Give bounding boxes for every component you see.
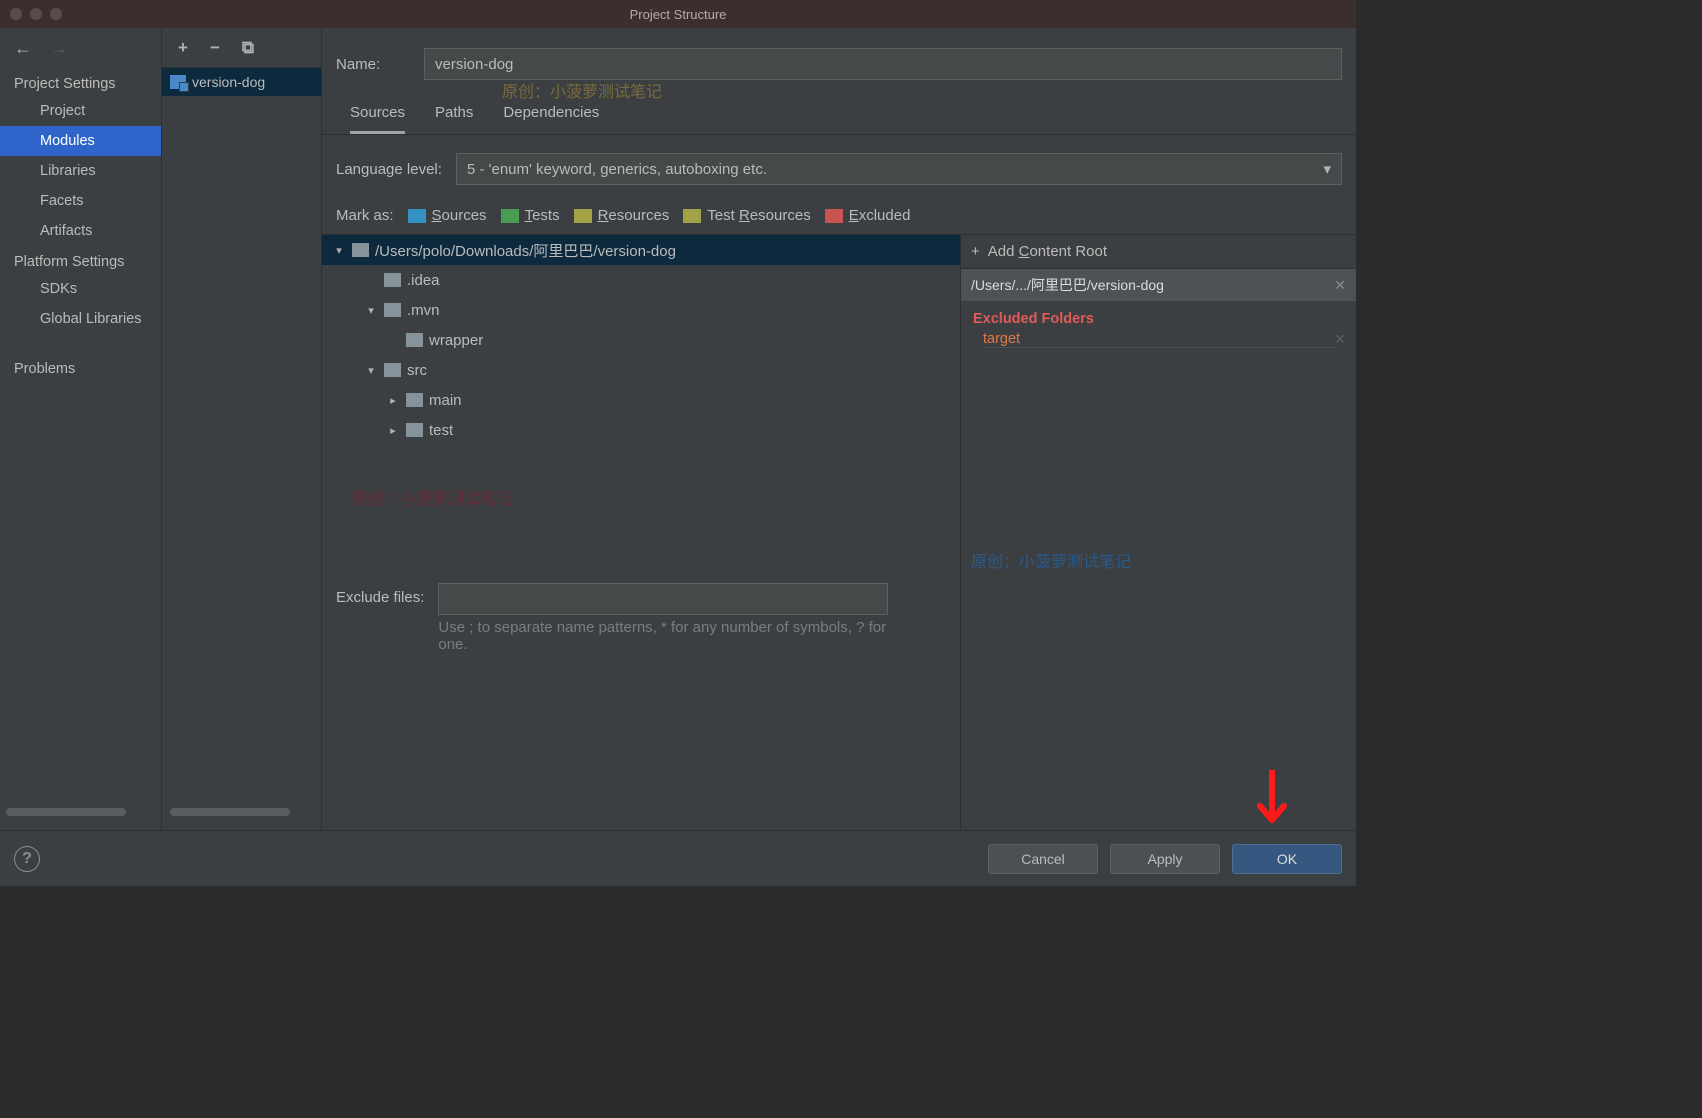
close-icon[interactable]: ✕ (1334, 331, 1346, 348)
module-label: version-dog (192, 74, 265, 90)
sidebar-item-artifacts[interactable]: Artifacts (0, 216, 161, 246)
tree-label: main (429, 392, 462, 409)
tree-row[interactable]: ▾ .mvn (322, 295, 960, 325)
folder-green-icon (501, 209, 519, 223)
expand-icon[interactable]: ▸ (386, 394, 400, 407)
collapse-icon[interactable]: ▾ (364, 304, 378, 317)
folder-icon (406, 333, 423, 347)
copy-module-icon[interactable]: ⧉ (242, 38, 254, 58)
folder-blue-icon (408, 209, 426, 223)
folder-icon (406, 423, 423, 437)
sidebar-item-global-libraries[interactable]: Global Libraries (0, 304, 161, 334)
title-bar: Project Structure (0, 0, 1356, 28)
watermark-text: 原创：小菠萝测试笔记 (322, 445, 960, 509)
tree-row[interactable]: ▾ src (322, 355, 960, 385)
tree-label: .idea (407, 272, 440, 289)
chevron-down-icon: ▾ (1323, 160, 1331, 178)
folder-icon (384, 273, 401, 287)
sidebar-scrollbar[interactable] (6, 808, 126, 816)
add-module-icon[interactable]: + (178, 38, 188, 58)
mark-test-resources[interactable]: Test Resources (683, 207, 810, 224)
maximize-window-icon[interactable] (50, 8, 62, 20)
tab-paths[interactable]: Paths (435, 104, 473, 134)
watermark-text: 原创：小菠萝测试笔记 (502, 78, 662, 102)
ok-button[interactable]: OK (1232, 844, 1342, 874)
folder-resources-icon (574, 209, 592, 223)
sidebar-item-facets[interactable]: Facets (0, 186, 161, 216)
exclude-files-input[interactable] (438, 583, 888, 615)
section-header-platform-settings: Platform Settings (0, 246, 161, 274)
mark-tests[interactable]: Tests (501, 207, 560, 224)
watermark-text: 原创：小菠萝测试笔记 (961, 348, 1356, 572)
exclude-files-label: Exclude files: (336, 583, 424, 606)
tab-dependencies[interactable]: Dependencies (503, 104, 599, 134)
tree-row[interactable]: .idea (322, 265, 960, 295)
tree-label: wrapper (429, 332, 483, 349)
mark-resources[interactable]: Resources (574, 207, 670, 224)
content-root-path[interactable]: /Users/.../阿里巴巴/version-dog ✕ (961, 269, 1356, 301)
collapse-icon[interactable]: ▾ (332, 244, 346, 257)
tree-label: /Users/polo/Downloads/阿里巴巴/version-dog (375, 240, 676, 261)
collapse-icon[interactable]: ▾ (364, 364, 378, 377)
help-button[interactable]: ? (14, 846, 40, 872)
close-icon[interactable]: ✕ (1334, 277, 1346, 294)
name-label: Name: (336, 56, 406, 73)
sidebar-item-modules[interactable]: Modules (0, 126, 161, 156)
folder-icon (384, 303, 401, 317)
module-scrollbar[interactable] (170, 808, 290, 816)
forward-icon: → (50, 38, 68, 59)
close-window-icon[interactable] (10, 8, 22, 20)
name-input[interactable] (424, 48, 1342, 80)
language-level-select[interactable]: 5 - 'enum' keyword, generics, autoboxing… (456, 153, 1342, 185)
folder-excluded-icon (825, 209, 843, 223)
expand-icon[interactable]: ▸ (386, 424, 400, 437)
tree-label: src (407, 362, 427, 379)
language-level-value: 5 - 'enum' keyword, generics, autoboxing… (467, 161, 767, 178)
remove-module-icon[interactable]: − (210, 38, 220, 58)
module-item[interactable]: version-dog (162, 68, 321, 96)
main-panel: Name: 原创：小菠萝测试笔记 Sources Paths Dependenc… (322, 28, 1356, 830)
section-header-project-settings: Project Settings (0, 68, 161, 96)
add-content-root-button[interactable]: + Add Content Root (961, 235, 1356, 269)
sidebar-item-problems[interactable]: Problems (0, 354, 161, 384)
source-tree: ▾ /Users/polo/Downloads/阿里巴巴/version-dog… (322, 234, 960, 830)
language-level-label: Language level: (336, 161, 442, 178)
plus-icon: + (971, 243, 980, 260)
back-icon[interactable]: ← (14, 38, 32, 59)
content-root-path-text: /Users/.../阿里巴巴/version-dog (971, 275, 1164, 295)
tree-row[interactable]: ▸ main (322, 385, 960, 415)
folder-icon (352, 243, 369, 257)
sidebar-item-libraries[interactable]: Libraries (0, 156, 161, 186)
minimize-window-icon[interactable] (30, 8, 42, 20)
window-title: Project Structure (630, 7, 727, 22)
module-icon (170, 75, 186, 89)
tree-label: .mvn (407, 302, 440, 319)
excluded-folder-label: target (983, 331, 1334, 348)
settings-sidebar: ← → Project Settings Project Modules Lib… (0, 28, 162, 830)
sidebar-item-project[interactable]: Project (0, 96, 161, 126)
tree-row-root[interactable]: ▾ /Users/polo/Downloads/阿里巴巴/version-dog (322, 235, 960, 265)
cancel-button[interactable]: Cancel (988, 844, 1098, 874)
folder-test-resources-icon (683, 209, 701, 223)
sidebar-item-sdks[interactable]: SDKs (0, 274, 161, 304)
mark-as-label: Mark as: (336, 207, 394, 224)
mark-sources[interactable]: Sources (408, 207, 487, 224)
tree-label: test (429, 422, 453, 439)
tab-sources[interactable]: Sources (350, 104, 405, 134)
excluded-folders-header: Excluded Folders (961, 301, 1356, 327)
folder-icon (384, 363, 401, 377)
excluded-folder-item[interactable]: target ✕ (961, 327, 1356, 348)
tree-row[interactable]: wrapper (322, 325, 960, 355)
folder-icon (406, 393, 423, 407)
mark-excluded[interactable]: Excluded (825, 207, 911, 224)
content-root-panel: + Add Content Root /Users/.../阿里巴巴/versi… (960, 234, 1356, 830)
tree-row[interactable]: ▸ test (322, 415, 960, 445)
apply-button[interactable]: Apply (1110, 844, 1220, 874)
module-list-panel: + − ⧉ version-dog (162, 28, 322, 830)
exclude-files-hint: Use ; to separate name patterns, * for a… (438, 615, 888, 653)
